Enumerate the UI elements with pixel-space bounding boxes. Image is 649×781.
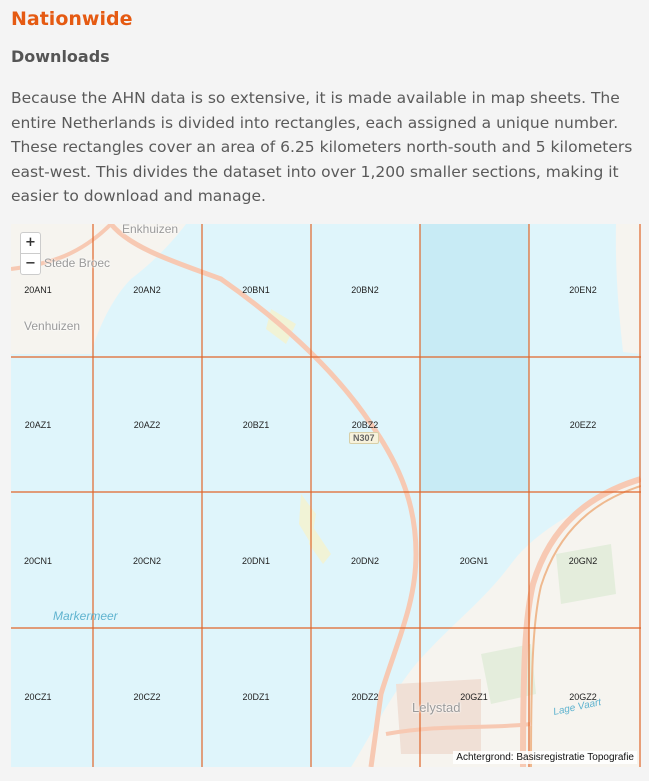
intro-paragraph: Because the AHN data is so extensive, it… xyxy=(11,89,633,205)
sheet-label[interactable]: 20AN2 xyxy=(102,285,192,295)
sheet-label[interactable]: 20BZ2 xyxy=(320,420,410,430)
sheet-label[interactable]: 20GZ1 xyxy=(429,692,519,702)
sheet-label[interactable]: 20BZ1 xyxy=(211,420,301,430)
sheet-label[interactable]: 20DN1 xyxy=(211,556,301,566)
zoom-out-button[interactable]: − xyxy=(21,253,40,274)
sheet-label[interactable]: 20CN1 xyxy=(11,556,83,566)
page-heading: Nationwide xyxy=(11,8,133,30)
land-flevoland xyxy=(351,479,641,767)
sheet-label[interactable]: 20EZ2 xyxy=(538,420,628,430)
map-attribution: Achtergrond: Basisregistratie Topografie xyxy=(453,751,637,764)
highlighted-sheet-area xyxy=(420,224,529,492)
place-stede-broec: Stede Broec xyxy=(44,256,111,270)
sheet-label[interactable]: 20DN2 xyxy=(320,556,410,566)
map-sheets-viewer[interactable]: Enkhuizen Stede Broec Venhuizen Lelystad… xyxy=(11,224,641,767)
sheet-label[interactable]: 20BN2 xyxy=(320,285,410,295)
place-venhuizen: Venhuizen xyxy=(24,319,81,333)
sheet-label[interactable]: 20AZ2 xyxy=(102,420,192,430)
sheet-label[interactable]: 20GN2 xyxy=(538,556,628,566)
sheet-label[interactable]: 20DZ2 xyxy=(320,692,410,702)
water-markermeer: Markermeer xyxy=(53,609,118,623)
sheet-label[interactable]: 20CN2 xyxy=(102,556,192,566)
sheet-label[interactable]: 20GZ2 xyxy=(538,692,628,702)
sheet-label[interactable]: 20EN2 xyxy=(538,285,628,295)
zoom-control: + − xyxy=(20,232,41,275)
sheet-label[interactable]: 20GN1 xyxy=(429,556,519,566)
sheet-label[interactable]: 20CZ1 xyxy=(11,692,83,702)
place-enkhuizen: Enkhuizen xyxy=(122,224,179,236)
sheet-label[interactable]: 20CZ2 xyxy=(102,692,192,702)
zoom-in-button[interactable]: + xyxy=(21,233,40,253)
sheet-label[interactable]: 20BN1 xyxy=(211,285,301,295)
section-subheading: Downloads xyxy=(11,47,110,66)
place-lelystad: Lelystad xyxy=(412,700,461,715)
sheet-label[interactable]: 20AN1 xyxy=(11,285,83,295)
road-shield-n307: N307 xyxy=(349,432,379,444)
sheet-label[interactable]: 20DZ1 xyxy=(211,692,301,702)
sheet-label[interactable]: 20AZ1 xyxy=(11,420,83,430)
map-background xyxy=(11,224,641,767)
